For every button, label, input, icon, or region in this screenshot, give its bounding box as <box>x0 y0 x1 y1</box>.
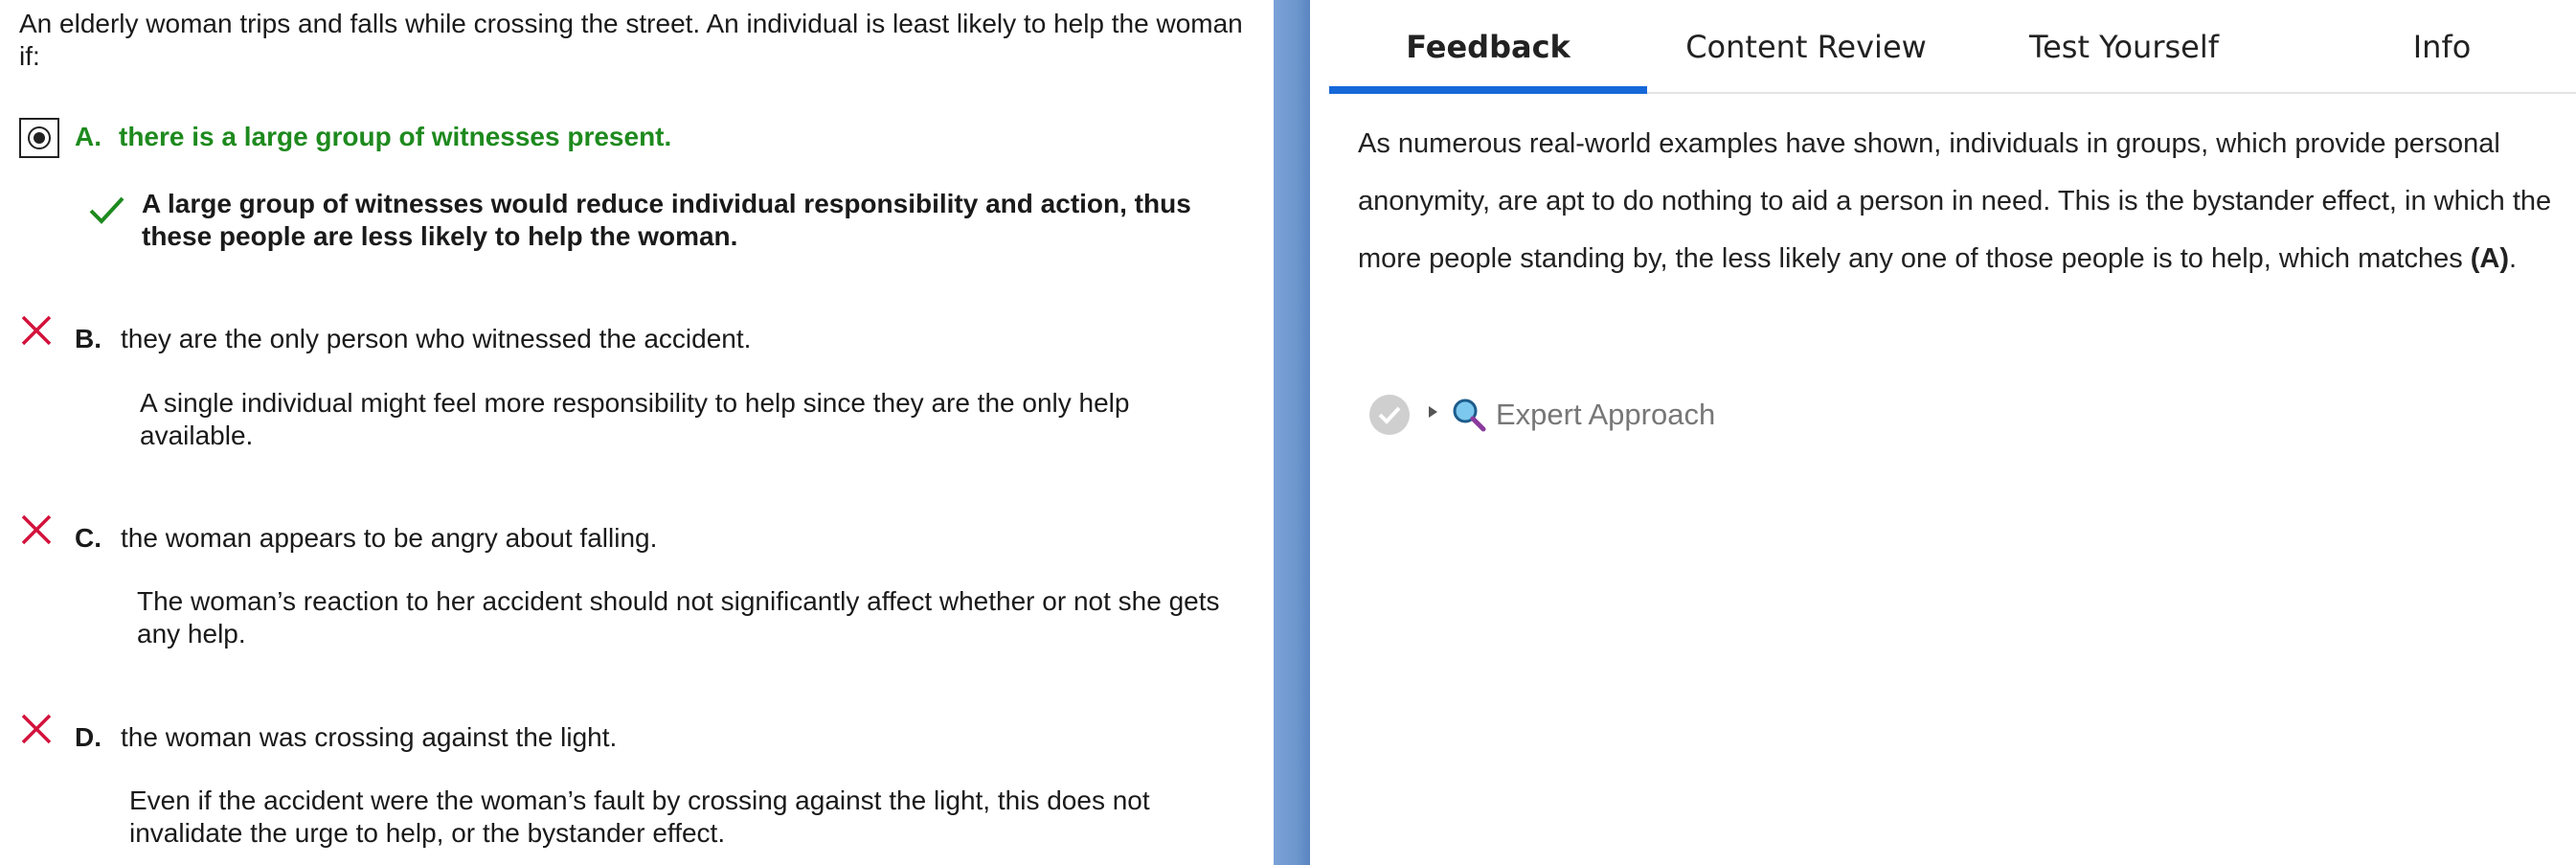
tab-content-review[interactable]: Content Review <box>1647 0 1965 94</box>
active-tab-indicator <box>1329 86 1647 94</box>
x-icon <box>21 315 52 346</box>
option-a-text: there is a large group of witnesses pres… <box>119 122 672 151</box>
triangle-right-icon[interactable] <box>1421 393 1446 437</box>
tab-bar: Feedback Content Review Test Yourself In… <box>1329 0 2576 94</box>
question-pane: An elderly woman trips and falls while c… <box>0 0 1274 865</box>
option-d[interactable]: D. the woman was crossing against the li… <box>19 712 617 754</box>
option-c-text: the woman appears to be angry about fall… <box>121 523 658 553</box>
feedback-end: . <box>2509 243 2518 274</box>
option-a[interactable]: A. there is a large group of witnesses p… <box>19 118 671 158</box>
x-icon <box>21 514 52 545</box>
option-b-text: they are the only person who witnessed t… <box>121 324 752 353</box>
option-d-text: the woman was crossing against the light… <box>121 722 618 752</box>
radio-selected-icon[interactable] <box>19 118 59 158</box>
tab-test-yourself[interactable]: Test Yourself <box>1965 0 2283 94</box>
feedback-text: As numerous real-world examples have sho… <box>1358 115 2566 287</box>
x-icon <box>21 714 52 744</box>
expert-approach-label: Expert Approach <box>1496 398 1716 431</box>
option-b[interactable]: B. they are the only person who witnesse… <box>19 313 751 355</box>
option-d-letter: D. <box>75 722 102 752</box>
option-d-explanation: Even if the accident were the woman’s fa… <box>129 785 1150 848</box>
option-b-letter: B. <box>75 324 102 353</box>
tab-info[interactable]: Info <box>2283 0 2576 94</box>
checkmark-icon <box>89 196 124 224</box>
magnifier-icon <box>1453 398 1486 432</box>
feedback-pane: Feedback Content Review Test Yourself In… <box>1310 0 2576 865</box>
feedback-body: As numerous real-world examples have sho… <box>1358 128 2552 274</box>
option-b-explanation: A single individual might feel more resp… <box>140 388 1130 450</box>
tab-feedback[interactable]: Feedback <box>1329 0 1647 94</box>
feedback-answer: (A) <box>2470 243 2510 274</box>
option-c-letter: C. <box>75 523 102 553</box>
expert-approach-toggle[interactable]: Expert Approach <box>1367 393 1715 437</box>
option-c-explanation: The woman’s reaction to her accident sho… <box>137 586 1220 649</box>
pane-resize-handle[interactable] <box>1274 0 1310 865</box>
option-a-letter: A. <box>75 122 102 151</box>
check-circle-icon <box>1369 395 1410 435</box>
question-stem: An elderly woman trips and falls while c… <box>19 9 1243 71</box>
option-c[interactable]: C. the woman appears to be angry about f… <box>19 512 657 555</box>
option-a-explanation: A large group of witnesses would reduce … <box>142 189 1191 251</box>
